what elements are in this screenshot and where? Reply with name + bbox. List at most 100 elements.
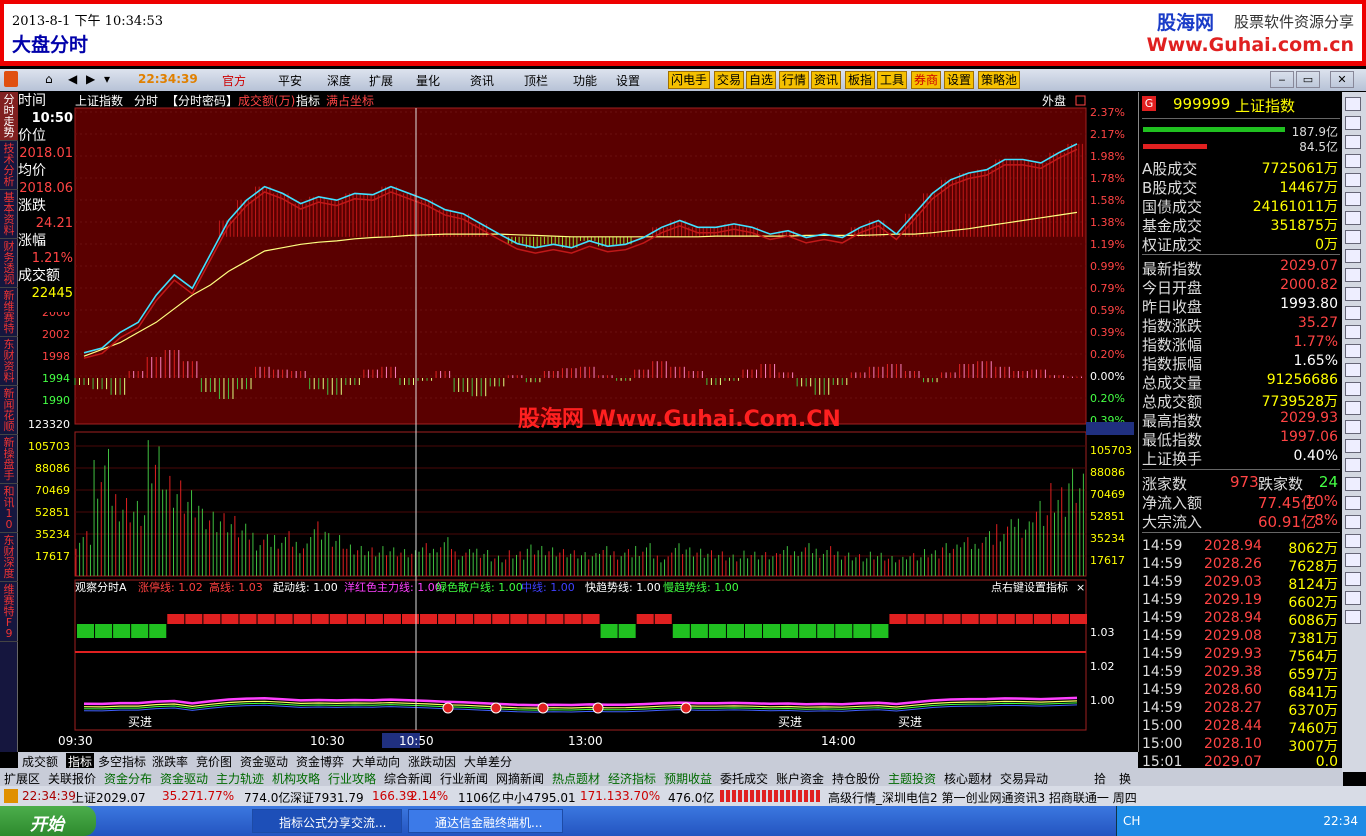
ext-tab-2[interactable]: 资金分布 xyxy=(104,770,152,787)
func-button-6[interactable]: 工具 xyxy=(877,71,908,89)
tick-amount: 6841万 xyxy=(1288,685,1338,701)
ext-tab-12[interactable]: 预期收益 xyxy=(664,770,712,787)
start-button[interactable]: 开始 xyxy=(0,806,96,836)
restore-icon[interactable]: ▭ xyxy=(1296,71,1320,88)
menu-item-7[interactable]: 功能 xyxy=(573,72,597,89)
toolbar-button-21[interactable] xyxy=(1345,496,1361,510)
left-tab-9[interactable]: 东财深度 xyxy=(0,533,18,582)
toolbar-button-3[interactable] xyxy=(1345,154,1361,168)
func-button-9[interactable]: 策略池 xyxy=(978,71,1021,89)
input-method[interactable]: CH xyxy=(1123,814,1140,828)
toolbar-button-6[interactable] xyxy=(1345,211,1361,225)
toolbar-button-12[interactable] xyxy=(1345,325,1361,339)
toolbar-button-18[interactable] xyxy=(1345,439,1361,453)
toolbar-button-15[interactable] xyxy=(1345,382,1361,396)
ext-tab-3[interactable]: 资金驱动 xyxy=(160,770,208,787)
toolbar-button-10[interactable] xyxy=(1345,287,1361,301)
quote-code: 999999 xyxy=(1173,95,1231,113)
ext-tab-14[interactable]: 账户资金 xyxy=(776,770,824,787)
toolbar-button-0[interactable] xyxy=(1345,97,1361,111)
ext-tab-4[interactable]: 主力轨迹 xyxy=(216,770,264,787)
left-tab-7[interactable]: 新操盘手 xyxy=(0,435,18,484)
left-tab-0[interactable]: 分时走势 xyxy=(0,92,18,141)
close-icon[interactable]: ✕ xyxy=(1330,71,1354,88)
forward-icon[interactable]: ▶ xyxy=(86,72,95,86)
ext-tab-6[interactable]: 行业攻略 xyxy=(328,770,376,787)
ext-tab-10[interactable]: 热点题材 xyxy=(552,770,600,787)
toolbar-button-20[interactable] xyxy=(1345,477,1361,491)
left-tab-10[interactable]: 维赛特F9 xyxy=(0,582,18,642)
minimize-icon[interactable]: ‒ xyxy=(1270,71,1294,88)
toolbar-button-13[interactable] xyxy=(1345,344,1361,358)
toolbar-button-23[interactable] xyxy=(1345,534,1361,548)
toolbar-button-22[interactable] xyxy=(1345,515,1361,529)
menu-item-1[interactable]: 平安 xyxy=(278,72,302,89)
toolbar-button-17[interactable] xyxy=(1345,420,1361,434)
func-button-2[interactable]: 自选 xyxy=(746,71,777,89)
left-tab-6[interactable]: 新闻花顺 xyxy=(0,386,18,435)
back-icon[interactable]: ◀ xyxy=(68,72,77,86)
ext-tab-1[interactable]: 关联报价 xyxy=(48,770,96,787)
ext-tab-13[interactable]: 委托成交 xyxy=(720,770,768,787)
ext-right-tab-1[interactable]: 换 xyxy=(1119,770,1131,787)
ext-tab-8[interactable]: 行业新闻 xyxy=(440,770,488,787)
ext-tab-16[interactable]: 主题投资 xyxy=(888,770,936,787)
ext-tab-11[interactable]: 经济指标 xyxy=(608,770,656,787)
toolbar-button-24[interactable] xyxy=(1345,553,1361,567)
func-button-3[interactable]: 行情 xyxy=(779,71,810,89)
toolbar-button-2[interactable] xyxy=(1345,135,1361,149)
menu-item-6[interactable]: 顶栏 xyxy=(524,72,548,89)
ext-tab-7[interactable]: 综合新闻 xyxy=(384,770,432,787)
left-tab-5[interactable]: 东财资料 xyxy=(0,337,18,386)
toolbar-button-9[interactable] xyxy=(1345,268,1361,282)
toolbar-button-26[interactable] xyxy=(1345,591,1361,605)
toolbar-button-1[interactable] xyxy=(1345,116,1361,130)
signal-block xyxy=(311,614,329,624)
menu-item-4[interactable]: 量化 xyxy=(416,72,440,89)
task-tdx[interactable]: 通达信金融终端机... xyxy=(408,809,563,833)
toolbar-button-25[interactable] xyxy=(1345,572,1361,586)
task-forum[interactable]: 指标公式分享交流... xyxy=(252,809,402,833)
ext-tab-9[interactable]: 网摘新闻 xyxy=(496,770,544,787)
toolbar-button-8[interactable] xyxy=(1345,249,1361,263)
menu-item-3[interactable]: 扩展 xyxy=(369,72,393,89)
left-tab-3[interactable]: 财务透视 xyxy=(0,239,18,288)
menu-down-icon[interactable]: ▾ xyxy=(104,72,110,86)
func-button-0[interactable]: 闪电手 xyxy=(668,71,711,89)
price-label: 价位 xyxy=(18,128,46,144)
func-button-8[interactable]: 设置 xyxy=(944,71,975,89)
menu-item-5[interactable]: 资讯 xyxy=(470,72,494,89)
func-button-4[interactable]: 资讯 xyxy=(811,71,842,89)
left-tab-2[interactable]: 基本资料 xyxy=(0,190,18,239)
toolbar-button-27[interactable] xyxy=(1345,610,1361,624)
ext-tab-17[interactable]: 核心题材 xyxy=(944,770,992,787)
left-tab-8[interactable]: 和讯10 xyxy=(0,484,18,533)
func-button-1[interactable]: 交易 xyxy=(714,71,745,89)
toolbar-button-14[interactable] xyxy=(1345,363,1361,377)
menu-item-0[interactable]: 官方 xyxy=(222,72,246,89)
ext-tab-0[interactable]: 扩展区 xyxy=(4,770,40,787)
toolbar-button-5[interactable] xyxy=(1345,192,1361,206)
toolbar-button-4[interactable] xyxy=(1345,173,1361,187)
ext-tab-15[interactable]: 持仓股份 xyxy=(832,770,880,787)
left-tab-4[interactable]: 新维赛特 xyxy=(0,288,18,337)
left-tab-1[interactable]: 技术分析 xyxy=(0,141,18,190)
signal-block xyxy=(961,614,979,624)
g-icon[interactable]: G xyxy=(1142,96,1156,111)
func-button-5[interactable]: 板指 xyxy=(845,71,876,89)
ext-tab-5[interactable]: 机构攻略 xyxy=(272,770,320,787)
func-button-7[interactable]: 券商 xyxy=(911,71,942,89)
toolbar-button-19[interactable] xyxy=(1345,458,1361,472)
app-icon[interactable] xyxy=(4,71,18,87)
toolbar-button-7[interactable] xyxy=(1345,230,1361,244)
ext-right-tab-0[interactable]: 拾 xyxy=(1094,770,1106,787)
menu-item-8[interactable]: 设置 xyxy=(616,72,640,89)
toolbar-button-11[interactable] xyxy=(1345,306,1361,320)
menu-item-2[interactable]: 深度 xyxy=(327,72,351,89)
pct-tick: 0.20% xyxy=(1090,348,1125,361)
ext-tab-18[interactable]: 交易异动 xyxy=(1000,770,1048,787)
toolbar-button-16[interactable] xyxy=(1345,401,1361,415)
tick-price: 2028.94 xyxy=(1204,538,1262,554)
intraday-chart[interactable]: 上证指数 分时 【分时密码】 成交额(万) 指标 满占坐标 外盘 2.37% 2.17% 1.98… xyxy=(18,92,1138,752)
home-icon[interactable]: ⌂ xyxy=(45,72,53,86)
